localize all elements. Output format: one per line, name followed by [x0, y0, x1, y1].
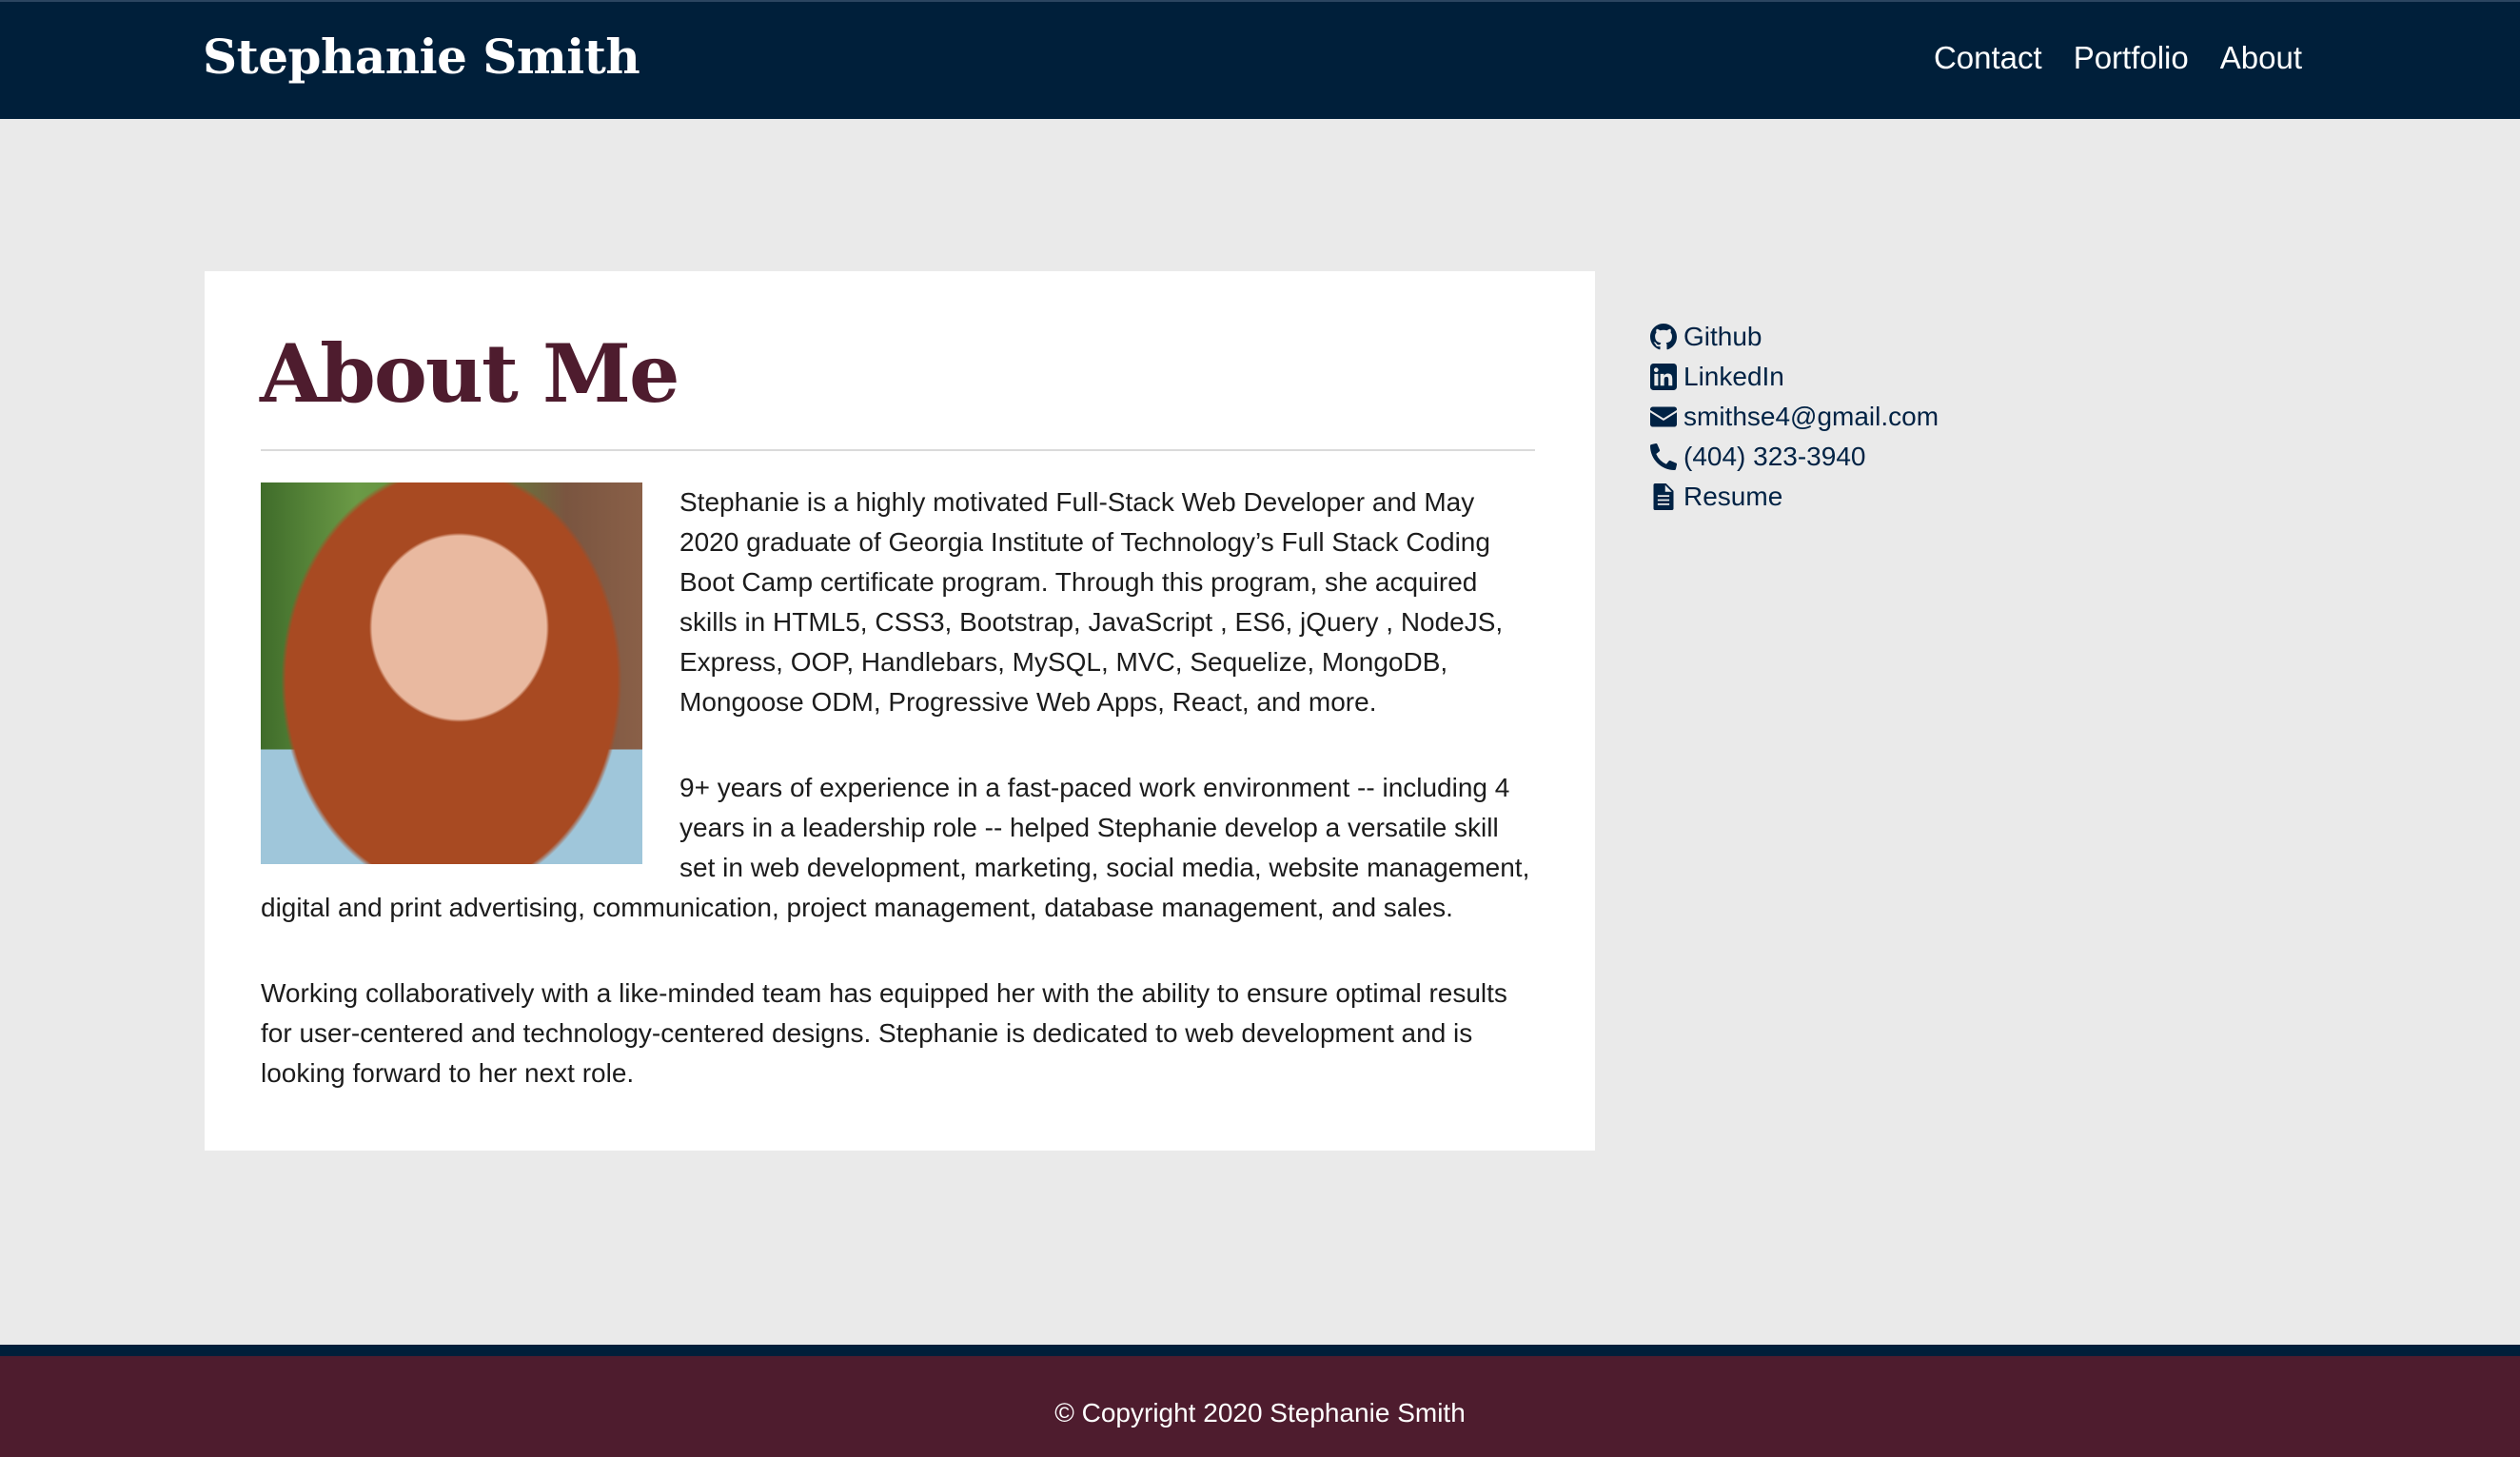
site-brand[interactable]: Stephanie Smith	[203, 29, 640, 85]
copyright-text: © Copyright 2020 Stephanie Smith	[1054, 1398, 1466, 1427]
footer: © Copyright 2020 Stephanie Smith	[0, 1345, 2520, 1457]
github-icon	[1649, 323, 1678, 351]
nav-link-portfolio[interactable]: Portfolio	[2074, 40, 2189, 76]
envelope-icon	[1649, 403, 1678, 431]
navbar: Stephanie Smith Contact Portfolio About	[0, 0, 2520, 119]
github-link[interactable]: Github	[1649, 317, 1939, 357]
nav-link-contact[interactable]: Contact	[1934, 40, 2042, 76]
linkedin-link[interactable]: LinkedIn	[1649, 357, 1939, 397]
page-title: About Me	[260, 326, 679, 421]
resume-label: Resume	[1683, 482, 1783, 511]
phone-link[interactable]: (404) 323-3940	[1649, 437, 1939, 477]
about-card: About Me Stephanie is a highly motivated…	[205, 271, 1595, 1151]
email-link[interactable]: smithse4@gmail.com	[1649, 397, 1939, 437]
resume-link[interactable]: Resume	[1649, 477, 1939, 517]
linkedin-icon	[1649, 363, 1678, 391]
linkedin-label: LinkedIn	[1683, 362, 1784, 391]
github-label: Github	[1683, 322, 1762, 351]
profile-photo	[261, 482, 642, 864]
contact-sidebar: Github LinkedIn smithse4@gmail.com (404)…	[1649, 317, 1939, 517]
main-nav: Contact Portfolio About	[1934, 40, 2302, 76]
bio-paragraph-3: Working collaboratively with a like-mind…	[261, 978, 1507, 1088]
phone-icon	[1649, 443, 1678, 471]
file-icon	[1649, 482, 1678, 511]
title-divider	[261, 449, 1535, 451]
nav-link-about[interactable]: About	[2220, 40, 2302, 76]
bio-text: Stephanie is a highly motivated Full-Sta…	[261, 482, 1538, 1139]
email-label: smithse4@gmail.com	[1683, 402, 1939, 431]
phone-label: (404) 323-3940	[1683, 442, 1866, 471]
